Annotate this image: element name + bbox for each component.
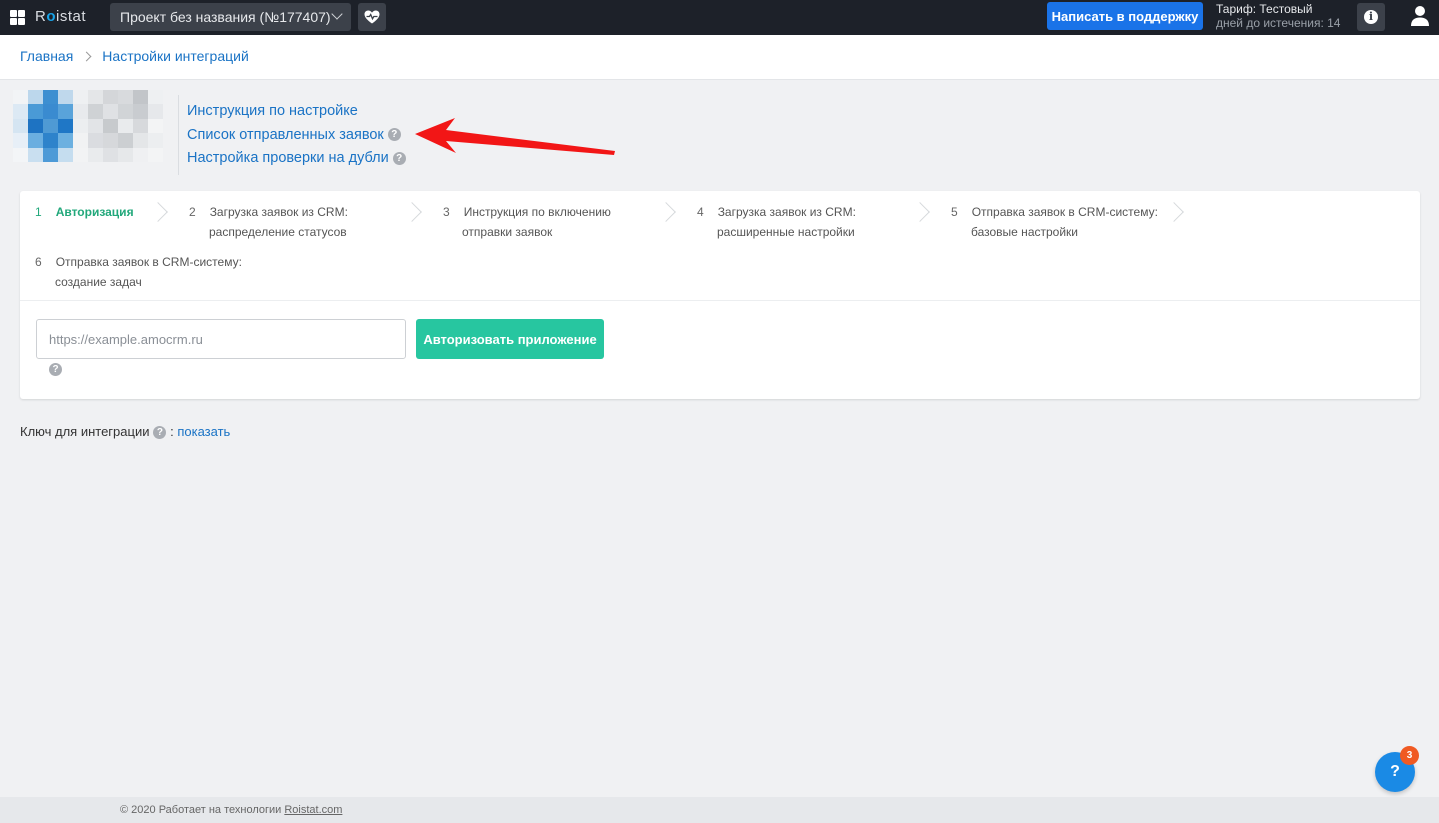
footer-copyright: © 2020 Работает на технологии bbox=[120, 804, 285, 816]
chevron-right-icon bbox=[910, 202, 930, 222]
project-select[interactable]: Проект без названия (№177407) bbox=[110, 3, 351, 31]
help-icon[interactable]: ? bbox=[387, 128, 401, 142]
crm-url-input[interactable] bbox=[36, 319, 406, 359]
step-1[interactable]: 1 Авторизация bbox=[35, 202, 134, 222]
chevron-right-icon bbox=[148, 202, 168, 222]
tariff-info[interactable]: Тариф: Тестовый дней до истечения: 14 bbox=[1216, 2, 1340, 30]
user-icon[interactable] bbox=[1410, 5, 1430, 27]
support-button[interactable]: Написать в поддержку bbox=[1047, 2, 1203, 30]
health-button[interactable] bbox=[358, 3, 386, 31]
authorize-app-button[interactable]: Авторизовать приложение bbox=[416, 319, 604, 359]
sent-requests-link[interactable]: Список отправленных заявок bbox=[187, 127, 384, 143]
help-icon[interactable]: ? bbox=[392, 151, 406, 165]
help-icon[interactable]: ? bbox=[49, 363, 62, 376]
chevron-right-icon bbox=[1164, 202, 1184, 222]
step-5[interactable]: 5 Отправка заявок в CRM-систему: базовые … bbox=[951, 202, 1158, 242]
footer-roistat-link[interactable]: Roistat.com bbox=[284, 804, 342, 816]
breadcrumb-separator-icon bbox=[81, 51, 92, 61]
top-bar: Roistat Проект без названия (№177407) На… bbox=[0, 0, 1439, 35]
notification-badge: 3 bbox=[1400, 746, 1419, 765]
breadcrumb-bar: Главная Настройки интеграций bbox=[0, 35, 1439, 80]
chevron-down-icon bbox=[331, 8, 343, 20]
step-2[interactable]: 2 Загрузка заявок из CRM: распределение с… bbox=[189, 202, 348, 242]
annotation-arrow-icon bbox=[415, 118, 615, 155]
step-6[interactable]: 6 Отправка заявок в CRM-систему: создание… bbox=[35, 252, 242, 292]
tariff-days: дней до истечения: 14 bbox=[1216, 16, 1341, 30]
duplicates-check-link[interactable]: Настройка проверки на дубли bbox=[187, 150, 389, 166]
breadcrumb-integration-settings[interactable]: Настройки интеграций bbox=[102, 48, 248, 64]
chevron-right-icon bbox=[402, 202, 422, 222]
setup-steps: 1 Авторизация 2 Загрузка заявок из CRM: ра… bbox=[20, 191, 1420, 301]
heart-pulse-icon bbox=[364, 10, 380, 24]
roistat-logo[interactable]: Roistat bbox=[35, 8, 86, 25]
setup-card: 1 Авторизация 2 Загрузка заявок из CRM: ра… bbox=[20, 191, 1420, 399]
apps-grid-icon[interactable] bbox=[10, 10, 25, 25]
integration-key-label: Ключ для интеграции bbox=[20, 424, 150, 439]
chevron-right-icon bbox=[656, 202, 676, 222]
footer: © 2020 Работает на технологии Roistat.co… bbox=[0, 797, 1439, 823]
info-button[interactable]: i bbox=[1357, 3, 1385, 31]
step-3[interactable]: 3 Инструкция по включению отправки заявок bbox=[443, 202, 611, 242]
project-name: Проект без названия (№177407) bbox=[120, 9, 331, 25]
integration-links: Инструкция по настройке Список отправлен… bbox=[187, 100, 406, 171]
tariff-label: Тариф: Тестовый bbox=[1216, 2, 1313, 16]
help-icon[interactable]: ? bbox=[153, 426, 167, 440]
show-key-link[interactable]: показать bbox=[177, 424, 230, 439]
breadcrumb-home[interactable]: Главная bbox=[20, 48, 73, 64]
integration-key: Ключ для интеграции? : показать bbox=[20, 424, 231, 440]
setup-instruction-link[interactable]: Инструкция по настройке bbox=[187, 103, 358, 119]
info-icon: i bbox=[1364, 10, 1378, 24]
integration-logo bbox=[13, 90, 163, 162]
step-4[interactable]: 4 Загрузка заявок из CRM: расширенные нас… bbox=[697, 202, 856, 242]
logo-divider bbox=[178, 95, 179, 175]
breadcrumb: Главная Настройки интеграций bbox=[20, 48, 249, 64]
